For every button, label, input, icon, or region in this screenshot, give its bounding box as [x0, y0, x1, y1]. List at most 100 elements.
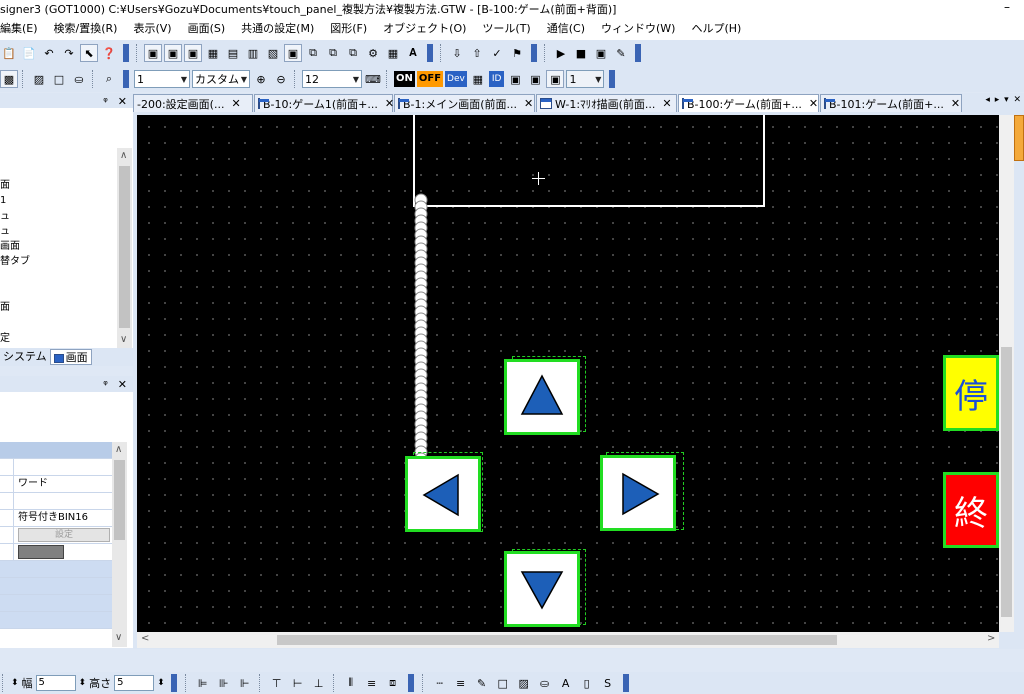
window-frame-outline[interactable] [413, 115, 765, 207]
undo-icon[interactable]: ↶ [40, 44, 58, 62]
data-view-icon[interactable]: ▥ [244, 44, 262, 62]
fill-color-icon[interactable]: ⛀ [536, 674, 554, 692]
verify-icon[interactable]: ✓ [488, 44, 506, 62]
pattern-icon[interactable]: ▨ [30, 70, 48, 88]
scroll-thumb[interactable] [119, 166, 130, 328]
window-tile-icon[interactable]: ⧉ [324, 44, 342, 62]
close-icon[interactable]: ✕ [118, 95, 127, 108]
tab-screen[interactable]: 画面 [49, 349, 92, 365]
property-row[interactable] [0, 544, 112, 561]
text-box-icon[interactable]: ▯ [578, 674, 596, 692]
align-middle-icon[interactable]: ⊢ [289, 674, 307, 692]
communication-settings-icon[interactable]: ⚑ [508, 44, 526, 62]
spin-icon[interactable]: ⬍ [11, 678, 19, 688]
chevron-left-icon[interactable]: < [141, 633, 149, 644]
distribute-horizontal-icon[interactable]: ⦀ [342, 674, 360, 692]
tree-item[interactable]: ュ [0, 226, 10, 238]
chevron-up-icon[interactable]: ∧ [115, 444, 122, 455]
toolbar-grip[interactable] [622, 674, 629, 692]
zoom-out-icon[interactable]: ⊖ [272, 70, 290, 88]
align-bottom-icon[interactable]: ⊥ [310, 674, 328, 692]
toolbar-grip[interactable] [531, 44, 537, 62]
property-row[interactable]: 設定 [0, 527, 112, 544]
library-icon[interactable]: ▦ [204, 44, 222, 62]
pen-color-icon[interactable]: ✎ [473, 674, 491, 692]
layer-back-icon[interactable]: ▣ [526, 70, 544, 88]
text-abc-icon[interactable]: 𝐀 [404, 44, 422, 62]
menu-search-replace[interactable]: 検索/置換(R) [46, 18, 126, 40]
height-input[interactable]: 5 [114, 675, 155, 691]
paint-bucket-icon[interactable]: ⛀ [70, 70, 88, 88]
distribute-vertical-icon[interactable]: ≡ [363, 674, 381, 692]
zoom-in-icon[interactable]: ⊕ [252, 70, 270, 88]
layer-both-icon[interactable]: ▣ [546, 70, 565, 88]
chevron-down-icon[interactable]: ∨ [120, 334, 127, 345]
pattern-icon[interactable]: ▨ [515, 674, 533, 692]
property-scrollbar[interactable]: ∧ ∨ [112, 442, 127, 647]
tree-item[interactable]: ュ [0, 211, 10, 223]
menu-edit[interactable]: 編集(E) [0, 18, 46, 40]
down-arrow-switch[interactable] [504, 551, 580, 627]
chevron-right-icon[interactable]: > [987, 633, 995, 644]
close-icon[interactable]: ✕ [231, 97, 240, 110]
layer-combo[interactable]: 1 ▼ [566, 70, 605, 88]
right-arrow-switch[interactable] [600, 455, 676, 531]
fill-color-icon[interactable]: ▩ [0, 70, 18, 88]
tree-item[interactable]: 1 [0, 195, 6, 207]
tree-item[interactable]: 画面 [0, 241, 20, 253]
close-icon[interactable]: ✕ [809, 97, 818, 110]
align-top-icon[interactable]: ⊤ [268, 674, 286, 692]
tab-screen-b101[interactable]: B-101:ゲーム(前面+... ✕ [820, 94, 962, 112]
toolbar-grip[interactable] [609, 70, 616, 88]
canvas-vertical-scrollbar[interactable] [999, 115, 1014, 632]
device-list-icon[interactable]: ▦ [384, 44, 402, 62]
align-center-icon[interactable]: ⊪ [215, 674, 233, 692]
off-state-button[interactable]: OFF [416, 71, 444, 87]
screen-image-icon[interactable]: ▣ [144, 44, 162, 62]
tree-item[interactable]: 定 [0, 333, 10, 345]
tree-item[interactable]: 面 [0, 180, 10, 192]
tab-screen-w1[interactable]: W-1:ﾏﾘｵ描画(前面... ✕ [536, 94, 677, 112]
width-input[interactable]: 5 [35, 675, 76, 691]
close-icon[interactable]: ✕ [951, 97, 960, 110]
canvas-horizontal-scrollbar[interactable]: < > [137, 632, 999, 648]
tab-screen-b1[interactable]: B-1:メイン画面(前面... ✕ [394, 94, 535, 112]
menu-figure[interactable]: 図形(F) [322, 18, 375, 40]
spin-icon[interactable]: ⬍ [157, 678, 165, 688]
toolbar-grip[interactable] [123, 44, 129, 62]
window-cascade-icon[interactable]: ⧉ [304, 44, 322, 62]
line-width-combo[interactable]: 1 ▼ [134, 70, 190, 88]
tab-screen-b10[interactable]: B-10:ゲーム1(前面+... ✕ [254, 94, 394, 112]
font-color-icon[interactable]: A [557, 674, 575, 692]
data-edit-icon[interactable]: ▧ [264, 44, 282, 62]
end-button[interactable]: 終 [943, 472, 999, 548]
scroll-thumb[interactable] [277, 635, 837, 645]
color-swatch[interactable] [18, 545, 64, 559]
screen-report-icon[interactable]: ▣ [184, 44, 202, 62]
screen-window-icon[interactable]: ▣ [164, 44, 182, 62]
chevron-up-icon[interactable]: ∧ [120, 150, 127, 161]
property-row[interactable] [0, 493, 112, 510]
layer-front-icon[interactable]: ▣ [506, 70, 524, 88]
pin-icon[interactable]: ᵠ [103, 378, 108, 391]
tree-item[interactable]: 面 [0, 302, 10, 314]
screen-canvas[interactable]: 停 終 [137, 115, 999, 632]
align-left-icon[interactable]: ⊫ [194, 674, 212, 692]
line-weight-icon[interactable]: ≡ [452, 674, 470, 692]
tab-navigation[interactable]: ◂ ▸ ▾ ✕ [985, 95, 1022, 105]
close-icon[interactable]: ✕ [118, 378, 127, 391]
keyboard-icon[interactable]: ⌨ [364, 70, 382, 88]
minimize-button[interactable]: – [1004, 0, 1010, 14]
menu-window[interactable]: ウィンドウ(W) [593, 18, 683, 40]
close-icon[interactable]: ✕ [524, 97, 533, 110]
scroll-thumb[interactable] [1001, 347, 1012, 617]
property-row[interactable]: 符号付きBIN16 [0, 510, 112, 527]
toolbar-grip[interactable] [427, 44, 433, 62]
toolbar-grip[interactable] [123, 70, 129, 88]
write-to-got-icon[interactable]: ⇩ [448, 44, 466, 62]
menu-object[interactable]: オブジェクト(O) [375, 18, 474, 40]
side-panel-tab[interactable] [1014, 115, 1024, 161]
menu-screen[interactable]: 画面(S) [180, 18, 234, 40]
toolbar-grip[interactable] [170, 674, 177, 692]
help-icon[interactable]: ❓ [100, 44, 118, 62]
